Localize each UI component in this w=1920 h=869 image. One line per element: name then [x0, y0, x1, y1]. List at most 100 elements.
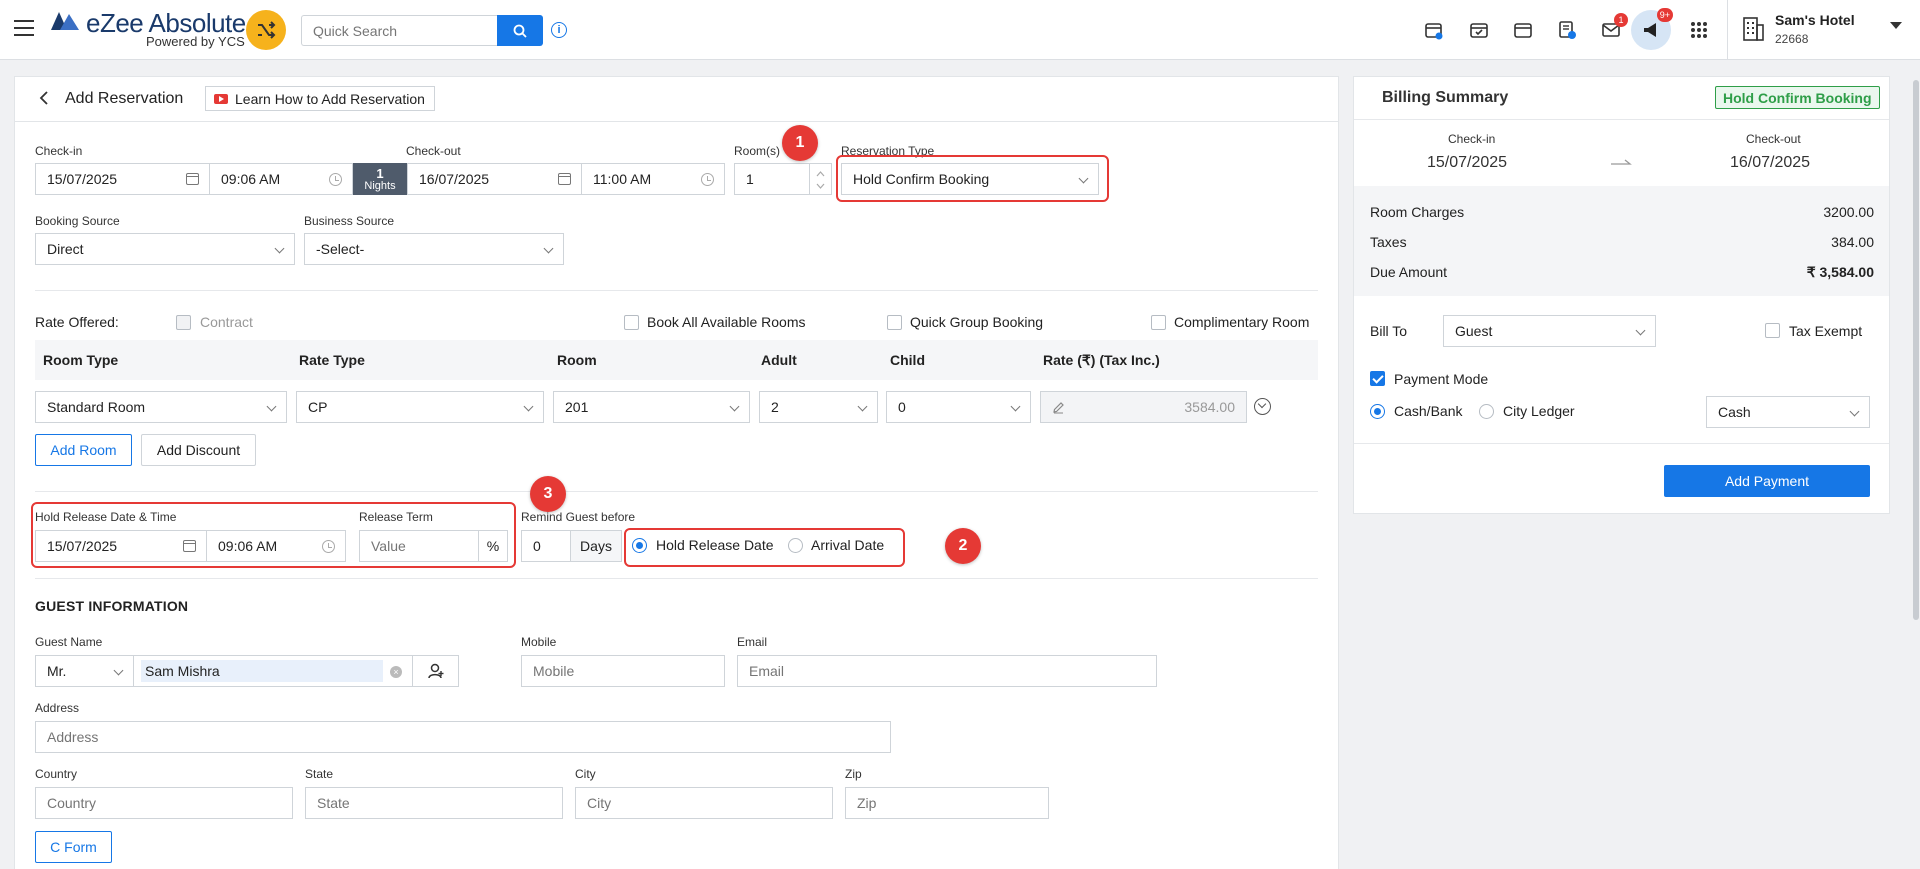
checkout-time-field[interactable]: 11:00 AM: [581, 163, 725, 195]
chevron-down-icon: [266, 401, 277, 412]
billing-document-icon[interactable]: [1554, 17, 1580, 43]
apps-grid-icon[interactable]: [1686, 17, 1712, 43]
cash-bank-radio[interactable]: [1370, 404, 1385, 419]
c-form-button[interactable]: C Form: [35, 831, 112, 863]
billing-checkout-date: 16/07/2025: [1730, 154, 1811, 171]
search-button[interactable]: [497, 15, 543, 46]
column-header-rate: Rate (₹) (Tax Inc.): [1043, 352, 1160, 368]
city-input[interactable]: [575, 787, 833, 819]
rooms-spinner[interactable]: [810, 163, 832, 195]
hotel-name[interactable]: Sam's Hotel: [1775, 12, 1855, 28]
contract-checkbox[interactable]: [176, 315, 191, 330]
hamburger-menu-icon[interactable]: [14, 20, 34, 36]
guest-name-value: Sam Mishra: [141, 660, 383, 682]
divider: [35, 578, 1318, 579]
room-type-select[interactable]: Standard Room: [35, 391, 287, 423]
checkin-time-field[interactable]: 09:06 AM: [209, 163, 353, 195]
column-header-adult: Adult: [761, 352, 797, 368]
billing-title: Billing Summary: [1382, 89, 1509, 106]
bill-to-select[interactable]: Guest: [1443, 315, 1656, 347]
salutation-select[interactable]: Mr.: [35, 655, 134, 687]
guest-lookup-button[interactable]: [412, 655, 459, 687]
add-room-button[interactable]: Add Room: [35, 434, 132, 466]
guest-name-input[interactable]: Sam Mishra ×: [133, 655, 413, 687]
back-arrow-icon[interactable]: [37, 90, 51, 111]
remind-guest-label: Remind Guest before: [521, 510, 636, 524]
tax-exempt-checkbox[interactable]: [1765, 323, 1780, 338]
guest-name-label: Guest Name: [35, 635, 103, 649]
clear-icon[interactable]: ×: [390, 666, 402, 678]
bill-to-value: Guest: [1455, 323, 1493, 339]
chevron-down-icon: [523, 401, 534, 412]
annotation-badge-3: 3: [530, 476, 566, 512]
hotel-dropdown-icon[interactable]: [1890, 22, 1902, 29]
rate-type-select[interactable]: CP: [296, 391, 544, 423]
checkin-date-field[interactable]: 15/07/2025: [35, 163, 210, 195]
payment-mode-checkbox[interactable]: [1370, 371, 1385, 386]
shuffle-icon[interactable]: [246, 10, 286, 50]
rate-field[interactable]: 3584.00: [1040, 391, 1247, 423]
country-label: Country: [35, 767, 78, 781]
billing-checkin-date: 15/07/2025: [1427, 154, 1508, 171]
country-input[interactable]: [35, 787, 293, 819]
announcement-button[interactable]: 9+: [1631, 8, 1673, 50]
child-value: 0: [898, 399, 906, 415]
complimentary-room-checkbox[interactable]: [1151, 315, 1166, 330]
quick-group-booking-checkbox[interactable]: [887, 315, 902, 330]
state-input[interactable]: [305, 787, 563, 819]
clock-icon: [701, 173, 714, 186]
quick-group-booking-label: Quick Group Booking: [910, 314, 1044, 330]
address-input[interactable]: [35, 721, 891, 753]
payment-mode-label: Payment Mode: [1394, 371, 1489, 387]
page-title: Add Reservation: [65, 90, 184, 107]
annotation-box-hold-release: [31, 502, 516, 568]
expand-rate-icon[interactable]: [1254, 398, 1271, 415]
zip-input[interactable]: [845, 787, 1049, 819]
rate-value: 3584.00: [1184, 399, 1235, 415]
adult-select[interactable]: 2: [759, 391, 878, 423]
column-header-rate-type: Rate Type: [299, 352, 365, 368]
business-source-select[interactable]: -Select-: [304, 233, 564, 265]
calendar-check-icon[interactable]: [1421, 17, 1447, 43]
column-header-room-type: Room Type: [43, 352, 119, 368]
taxes-value: 384.00: [1831, 234, 1874, 250]
payment-type-select[interactable]: Cash: [1706, 396, 1870, 428]
book-all-rooms-checkbox[interactable]: [624, 315, 639, 330]
mobile-input[interactable]: [521, 655, 725, 687]
calendar-icon: [186, 173, 199, 185]
add-payment-button[interactable]: Add Payment: [1664, 465, 1870, 497]
remind-days-input[interactable]: 0: [521, 530, 571, 562]
scrollbar-thumb[interactable]: [1913, 80, 1919, 620]
room-charges-value: 3200.00: [1823, 204, 1874, 220]
learn-how-button[interactable]: Learn How to Add Reservation: [205, 86, 435, 111]
divider: [35, 290, 1318, 291]
booking-source-select[interactable]: Direct: [35, 233, 295, 265]
chevron-down-icon: [1010, 401, 1021, 412]
calendar-tick-icon[interactable]: [1466, 17, 1492, 43]
quick-search-input[interactable]: [301, 15, 497, 46]
cash-bank-label: Cash/Bank: [1394, 403, 1463, 419]
child-select[interactable]: 0: [886, 391, 1031, 423]
business-source-label: Business Source: [304, 214, 395, 228]
edit-pencil-icon[interactable]: [1052, 401, 1065, 414]
chevron-down-icon: [729, 401, 740, 412]
rooms-stepper[interactable]: 1: [734, 163, 810, 195]
add-discount-button[interactable]: Add Discount: [141, 434, 256, 466]
column-header-room: Room: [557, 352, 597, 368]
annotation-badge-2: 2: [945, 528, 981, 564]
mail-icon[interactable]: 1: [1598, 13, 1628, 43]
info-icon[interactable]: i: [551, 22, 567, 38]
email-input[interactable]: [737, 655, 1157, 687]
annotation-box-remind-option: [624, 528, 905, 567]
arrow-right-icon: [1611, 159, 1632, 165]
checkout-date-field[interactable]: 16/07/2025: [407, 163, 582, 195]
due-amount-value: ₹ 3,584.00: [1806, 264, 1874, 280]
room-number-select[interactable]: 201: [553, 391, 750, 423]
city-ledger-radio[interactable]: [1479, 404, 1494, 419]
clock-icon: [329, 173, 342, 186]
tax-exempt-label: Tax Exempt: [1789, 323, 1863, 339]
mail-count-badge: 1: [1614, 13, 1628, 27]
bill-to-label: Bill To: [1370, 323, 1408, 339]
chevron-down-icon: [543, 243, 554, 254]
calendar-icon[interactable]: [1510, 17, 1536, 43]
